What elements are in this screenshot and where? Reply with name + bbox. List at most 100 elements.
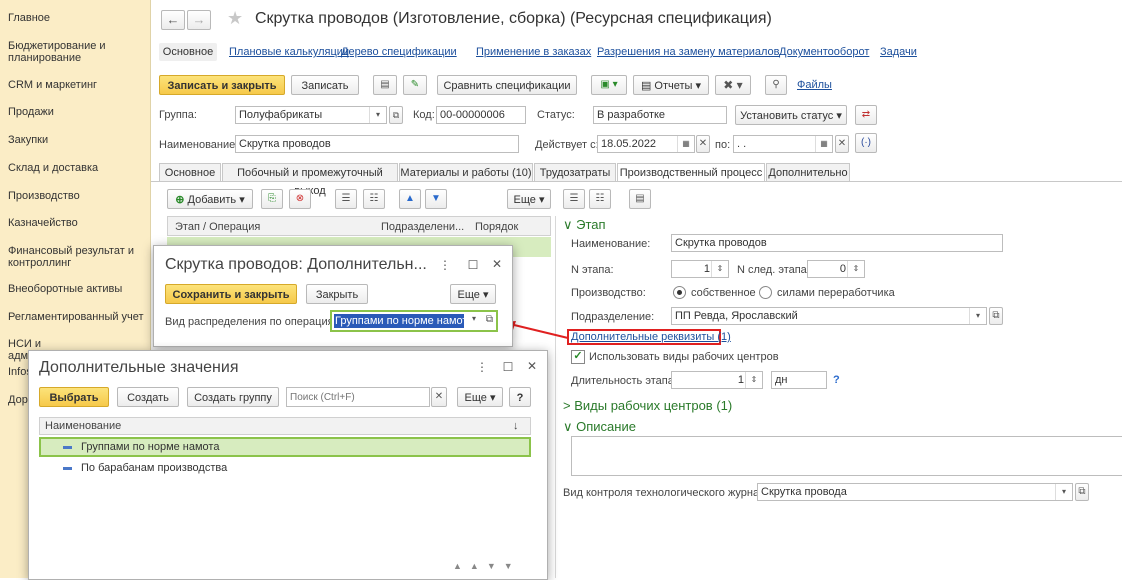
distribution-field[interactable]: Группами по норме намота ▾ ⧉ — [330, 310, 498, 332]
tab-materials[interactable]: Материалы и работы (10) — [399, 163, 533, 182]
chevron-down-icon[interactable]: ▾ — [1055, 484, 1072, 500]
search-input[interactable] — [286, 387, 430, 407]
nav-link-replacement[interactable]: Разрешения на замену материалов — [597, 46, 780, 58]
tab-production-process[interactable]: Производственный процесс — [617, 163, 765, 182]
sidebar-item-warehouse[interactable]: Склад и доставка — [8, 162, 146, 174]
sidebar-item-financial[interactable]: Финансовый результат и контроллинг — [8, 245, 146, 269]
document-icon[interactable]: ▤ — [629, 189, 651, 209]
code-field[interactable]: 00-00000006 — [436, 106, 526, 124]
save-close-button[interactable]: Записать и закрыть — [159, 75, 285, 95]
save-close-button[interactable]: Сохранить и закрыть — [165, 284, 297, 304]
group-field[interactable]: Полуфабрикаты ▾ — [235, 106, 387, 124]
list-item[interactable]: По барабанам производства — [39, 459, 531, 479]
open-icon[interactable]: ⧉ — [1075, 483, 1089, 501]
nav-link-tasks[interactable]: Задачи — [880, 46, 917, 58]
stepper-icon[interactable]: ⇕ — [745, 372, 762, 388]
duration-field[interactable]: 1 ⇕ — [671, 371, 763, 389]
reports-button[interactable]: ▤ Отчеты ▾ — [633, 75, 709, 95]
sidebar-item-main[interactable]: Главное — [8, 12, 146, 24]
maximize-icon[interactable]: ☐ — [466, 258, 480, 272]
description-section[interactable]: ∨ Описание — [563, 419, 636, 435]
column-order[interactable]: Порядок — [475, 221, 518, 233]
column-department[interactable]: Подразделени... — [381, 221, 464, 233]
menu-icon[interactable]: ⋮ — [438, 258, 452, 272]
column-stage[interactable]: Этап / Операция — [175, 221, 260, 233]
sidebar-item-sales[interactable]: Продажи — [8, 106, 146, 118]
close-button[interactable]: Закрыть — [306, 284, 368, 304]
nav-link-spec-tree[interactable]: Дерево спецификации — [341, 46, 457, 58]
create-group-button[interactable]: Создать группу — [187, 387, 279, 407]
help-button[interactable]: ? — [509, 387, 531, 407]
description-textarea[interactable] — [571, 436, 1122, 476]
radio-own[interactable] — [673, 286, 686, 299]
stage-number-field[interactable]: 1 ⇕ — [671, 260, 729, 278]
next-stage-field[interactable]: 0 ⇕ — [807, 260, 865, 278]
tab-additional[interactable]: Дополнительно — [766, 163, 850, 182]
create-based-icon[interactable]: ▣ ▾ — [591, 75, 627, 95]
extra-attributes-link[interactable]: Дополнительные реквизиты (1) — [571, 331, 731, 343]
move-up-icon[interactable]: ▲ — [399, 189, 421, 209]
create-button[interactable]: Создать — [117, 387, 179, 407]
valid-from-field[interactable]: 18.05.2022 ▦ — [597, 135, 695, 153]
nav-link-orders-usage[interactable]: Применение в заказах — [476, 46, 591, 58]
chevron-down-icon[interactable]: ▾ — [369, 107, 386, 123]
back-button[interactable]: ← — [161, 10, 185, 30]
calendar-icon[interactable]: ▦ — [677, 136, 694, 152]
tab-labor[interactable]: Трудозатраты — [534, 163, 616, 182]
sort-down-icon[interactable]: ↓ — [513, 420, 519, 432]
select-button[interactable]: Выбрать — [39, 387, 109, 407]
open-icon[interactable]: ⧉ — [486, 314, 493, 325]
files-link[interactable]: Файлы — [797, 79, 832, 91]
close-icon[interactable]: ✕ — [490, 257, 504, 271]
valid-to-field[interactable]: . . ▦ — [733, 135, 833, 153]
more-button[interactable]: Еще ▾ — [507, 189, 551, 209]
chevron-down-icon[interactable]: ▾ — [472, 314, 476, 323]
duration-unit-field[interactable]: дн — [771, 371, 827, 389]
list-icon[interactable]: ☰ — [563, 189, 585, 209]
clear-icon[interactable]: ✕ — [835, 135, 849, 153]
set-status-button[interactable]: Установить статус ▾ — [735, 105, 847, 125]
scroll-buttons[interactable]: ▲▲▼▼ — [453, 561, 533, 577]
document-icon[interactable]: ▤ — [373, 75, 397, 95]
chevron-down-icon[interactable]: ▾ — [969, 308, 986, 324]
sidebar-item-treasury[interactable]: Казначейство — [8, 217, 146, 229]
open-icon[interactable]: ⧉ — [389, 106, 403, 124]
open-icon[interactable]: ⧉ — [989, 307, 1003, 325]
stepper-icon[interactable]: ⇕ — [847, 261, 864, 277]
tools-icon[interactable]: ✖ ▾ — [715, 75, 751, 95]
sidebar-item-crm[interactable]: CRM и маркетинг — [8, 79, 146, 91]
edit-icon[interactable]: ✎ — [403, 75, 427, 95]
tab-main[interactable]: Основное — [159, 163, 221, 182]
sidebar-item-purchases[interactable]: Закупки — [8, 134, 146, 146]
maximize-icon[interactable]: ☐ — [501, 360, 515, 374]
stepper-icon[interactable]: ⇕ — [711, 261, 728, 277]
nav-link-calculations[interactable]: Плановые калькуляции — [229, 46, 349, 58]
department-field[interactable]: ПП Ревда, Ярославский ▾ — [671, 307, 987, 325]
sidebar-item-budget[interactable]: Бюджетирование и планирование — [8, 40, 146, 64]
stage-section-header[interactable]: ∨ Этап — [563, 217, 606, 233]
journal-field[interactable]: Скрутка провода ▾ — [757, 483, 1073, 501]
status-history-icon[interactable]: ⇄ — [855, 105, 877, 125]
tab-byproducts[interactable]: Побочный и промежуточный выход — [222, 163, 398, 197]
calendar-icon[interactable]: ▦ — [815, 136, 832, 152]
use-wc-checkbox[interactable]: ✓ — [571, 350, 585, 364]
name-field[interactable]: Скрутка проводов — [235, 135, 519, 153]
list-alt-icon[interactable]: ☷ — [363, 189, 385, 209]
save-button[interactable]: Записать — [291, 75, 359, 95]
column-name[interactable]: Наименование — [45, 420, 121, 432]
compare-specs-button[interactable]: Сравнить спецификации — [437, 75, 577, 95]
radio-wave-icon[interactable]: (·) — [855, 133, 877, 153]
list-icon[interactable]: ☰ — [335, 189, 357, 209]
help-icon[interactable]: ? — [833, 374, 840, 386]
work-centers-section[interactable]: > Виды рабочих центров (1) — [563, 398, 732, 413]
favorite-star-icon[interactable]: ★ — [227, 8, 243, 29]
move-down-icon[interactable]: ▼ — [425, 189, 447, 209]
add-button[interactable]: ⊕ Добавить ▾ — [167, 189, 253, 209]
sidebar-item-production[interactable]: Производство — [8, 190, 146, 202]
attachment-icon[interactable]: ⚲ — [765, 75, 787, 95]
menu-icon[interactable]: ⋮ — [475, 360, 489, 374]
sidebar-item-assets[interactable]: Внеоборотные активы — [8, 283, 146, 295]
nav-link-main[interactable]: Основное — [159, 43, 217, 61]
forward-button[interactable]: → — [187, 10, 211, 30]
list-item[interactable]: Группами по норме намота — [39, 437, 531, 457]
